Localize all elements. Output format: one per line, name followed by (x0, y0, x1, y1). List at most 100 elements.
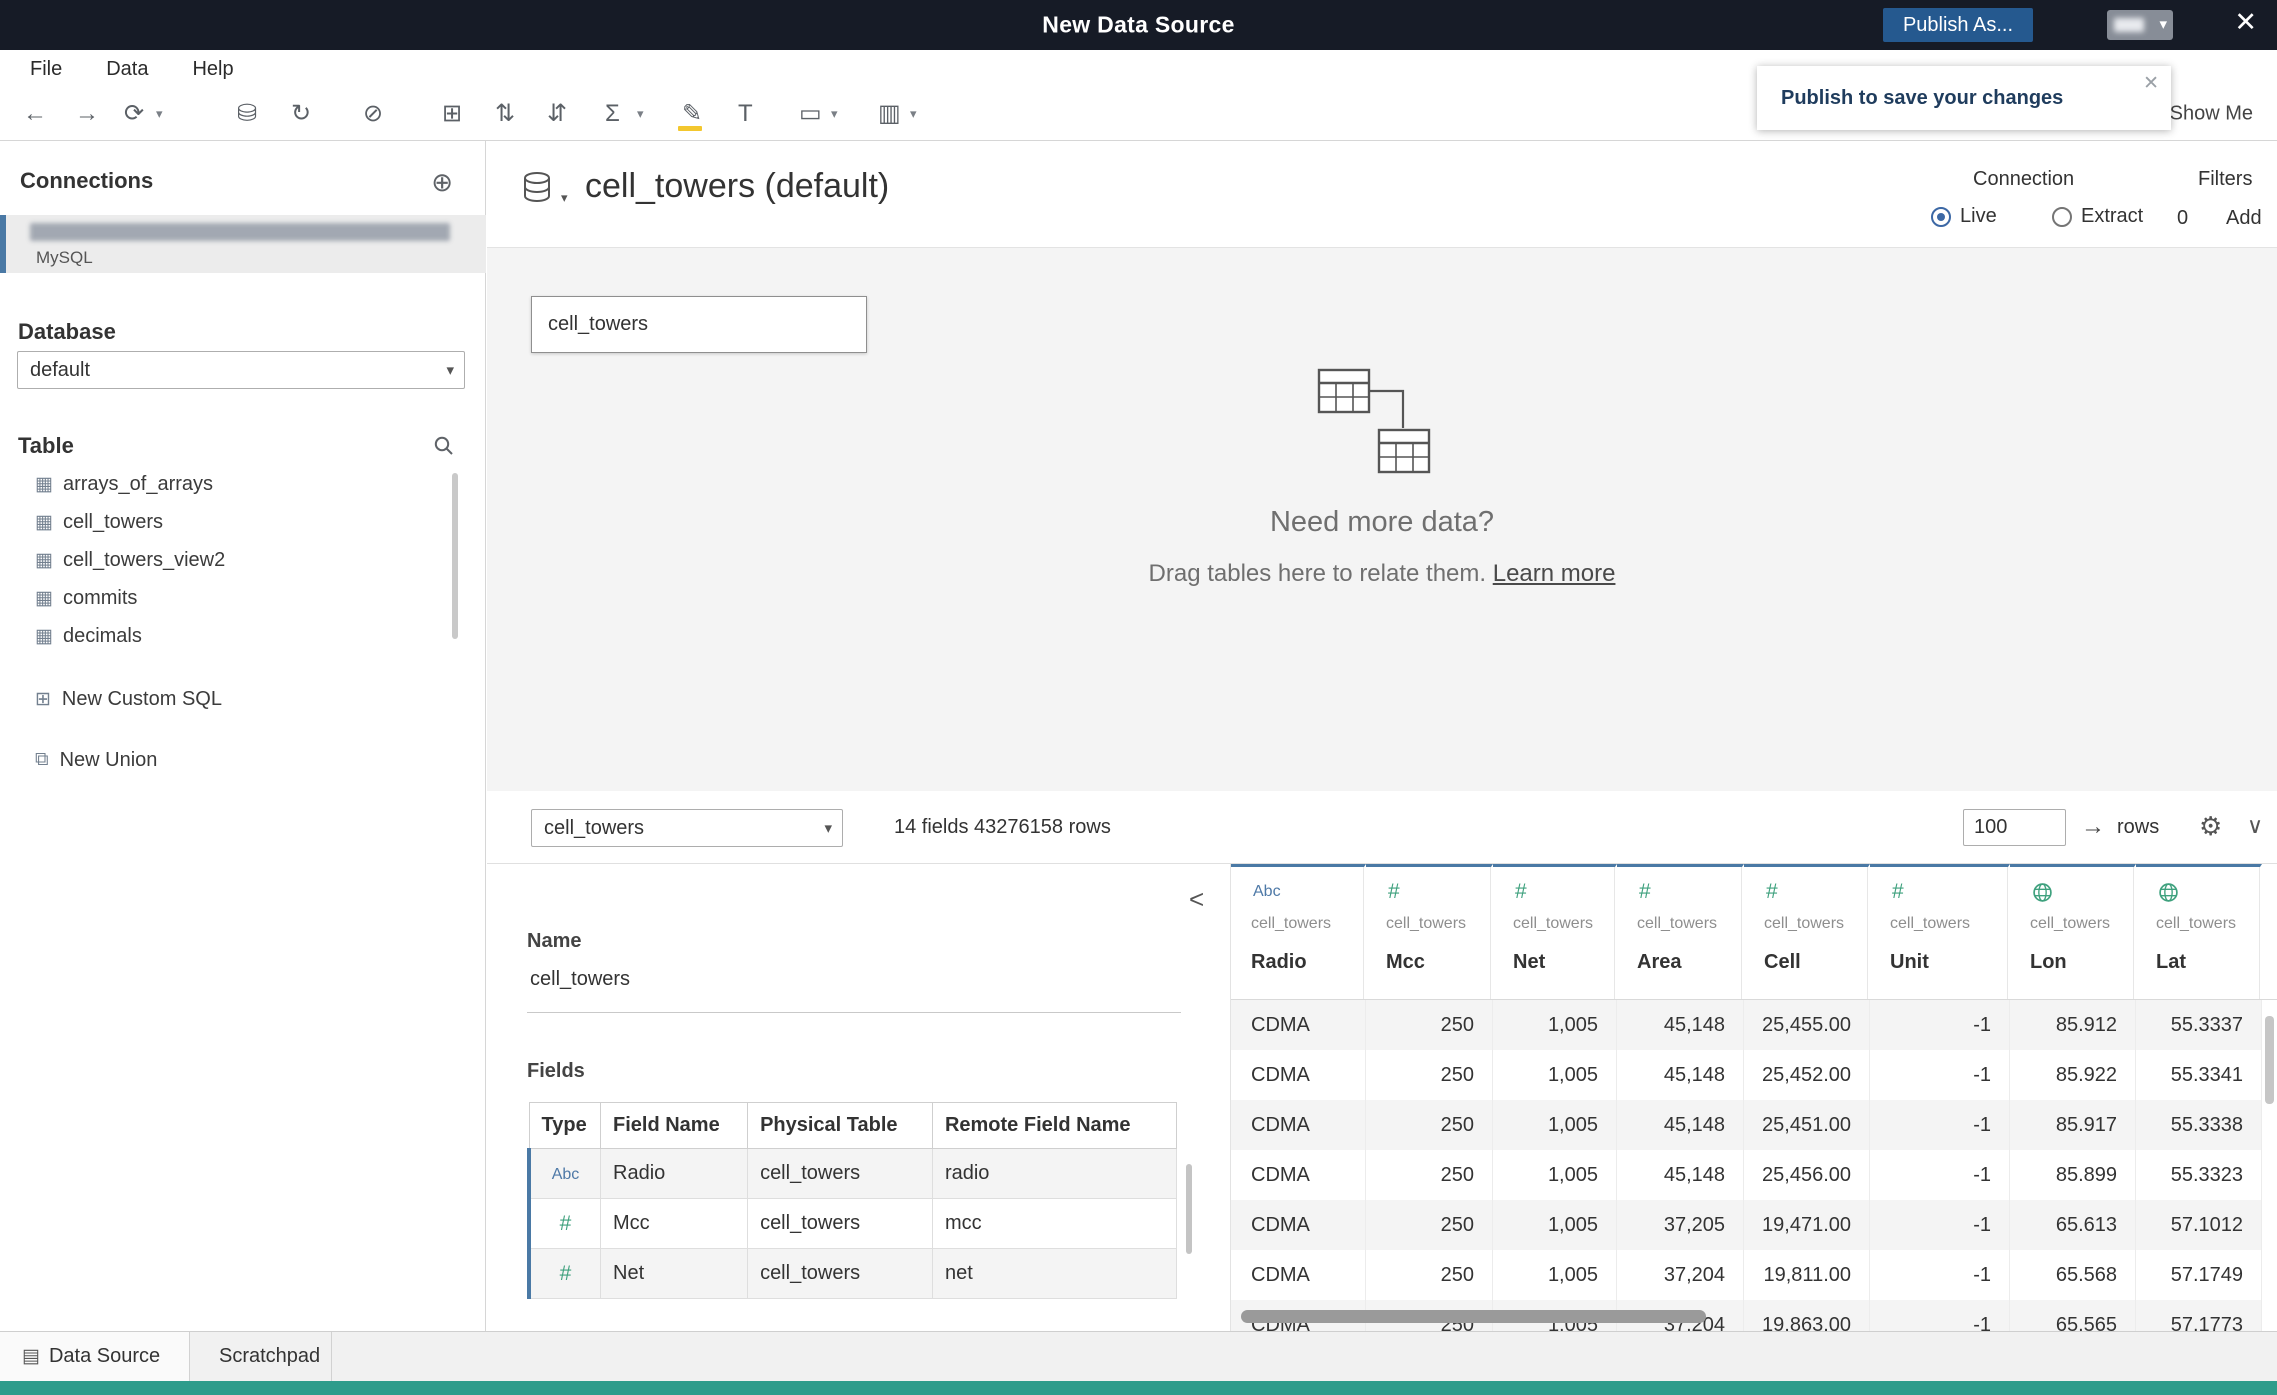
grid-row[interactable]: CDMA 250 1,005 37,204 19,811.00 -1 65.568 57.17… (1231, 1250, 2277, 1300)
pause-updates-icon[interactable]: ⊘ (363, 102, 383, 126)
learn-more-link[interactable]: Learn more (1493, 560, 1616, 587)
grid-cell: 55.3338 (2136, 1100, 2262, 1150)
grid-column-name: Lon (2030, 951, 2067, 973)
physical-table-cell: cell_towers (747, 1248, 933, 1299)
filters-add-button[interactable]: Add (2226, 207, 2262, 230)
table-list-scrollbar[interactable] (452, 473, 458, 639)
grid-column-source: cell_towers (1637, 915, 1718, 932)
refresh-dropdown-icon[interactable]: ⟳ (124, 102, 144, 126)
gear-icon[interactable]: ⚙ (2199, 811, 2222, 842)
table-list-item[interactable]: ▦ arrays_of_arrays (0, 465, 486, 503)
grid-cell: 45,148 (1617, 1000, 1744, 1050)
database-select[interactable]: default ▾ (17, 351, 465, 389)
show-chart-icon[interactable]: ▥ (878, 102, 901, 126)
empty-state-subtitle: Drag tables here to relate them. Learn m… (487, 560, 2277, 588)
collapse-panel-icon[interactable]: < (1189, 884, 1204, 915)
globe-icon (2158, 881, 2179, 903)
chevron-down-icon[interactable]: ▾ (637, 106, 644, 122)
chevron-down-icon: ▾ (561, 190, 568, 205)
search-icon[interactable] (433, 435, 455, 457)
grid-row[interactable]: CDMA 250 1,005 37,205 19,471.00 -1 65.613 57.10… (1231, 1200, 2277, 1250)
table-list-item-label: cell_towers (62, 510, 163, 533)
grid-body: CDMA 250 1,005 45,148 25,455.00 -1 85.912 55.33… (1231, 1000, 2277, 1331)
fields-scrollbar[interactable] (1186, 1164, 1192, 1254)
grid-column-header[interactable]: # cell_towers Area (1617, 864, 1744, 999)
fields-column-header: Field Name (599, 1102, 749, 1149)
grid-row[interactable]: CDMA 250 1,005 45,148 25,455.00 -1 85.912 55.33… (1231, 1000, 2277, 1050)
menu-data[interactable]: Data (106, 58, 148, 81)
text-labels-icon[interactable]: T (738, 102, 753, 126)
add-connection-icon[interactable]: ⊕ (431, 167, 453, 198)
fields-table-row[interactable]: # Net cell_towers net (527, 1248, 1178, 1299)
grid-cell: 55.3337 (2136, 1000, 2262, 1050)
grid-cell: 19,811.00 (1744, 1250, 1870, 1300)
sort-ascending-icon[interactable]: ⇅ (495, 102, 515, 126)
radio-extract[interactable]: Extract (2052, 205, 2143, 228)
redo-icon[interactable]: → (75, 102, 99, 126)
fields-column-header: Physical Table (747, 1102, 933, 1149)
menu-help[interactable]: Help (192, 58, 233, 81)
publish-as-button[interactable]: Publish As... (1882, 8, 2033, 42)
new-custom-sql-label: New Custom SQL (61, 687, 222, 710)
grid-column-header[interactable]: cell_towers Lon (2010, 864, 2136, 999)
connection-item[interactable]: MySQL (0, 215, 486, 273)
tab-data-source[interactable]: ▤ Data Source (0, 1332, 190, 1381)
collapse-grid-icon[interactable]: ∨ (2247, 813, 2263, 839)
grid-column-header[interactable]: # cell_towers Mcc (1366, 864, 1493, 999)
canvas-table-chip[interactable]: cell_towers (531, 296, 867, 353)
user-avatar-menu[interactable]: ▾ (2107, 10, 2173, 40)
physical-table-cell: cell_towers (747, 1198, 933, 1249)
table-list-item[interactable]: ▦ cell_towers_view2 (0, 541, 486, 579)
chevron-down-icon[interactable]: ▾ (156, 106, 163, 122)
new-union-button[interactable]: ⧉ New Union (0, 740, 486, 780)
grid-row[interactable]: CDMA 250 1,005 45,148 25,452.00 -1 85.922 55.33… (1231, 1050, 2277, 1100)
table-list-item[interactable]: ▦ commits (0, 579, 486, 617)
new-data-source-icon[interactable]: ⛁ (237, 102, 257, 126)
name-underline (527, 1012, 1181, 1013)
grid-cell: 37,204 (1617, 1250, 1744, 1300)
sort-descending-icon[interactable]: ⇵ (547, 102, 567, 126)
table-list-item[interactable]: ▦ cell_towers (0, 503, 486, 541)
tab-scratchpad[interactable]: Scratchpad (190, 1332, 332, 1381)
new-custom-sql-button[interactable]: ⊞ New Custom SQL (0, 679, 486, 719)
chevron-down-icon[interactable]: ▾ (910, 106, 917, 122)
show-me-button[interactable]: Show Me (2170, 103, 2253, 126)
refresh-data-source-icon[interactable]: ↻ (291, 102, 311, 126)
view-data-icon[interactable]: ⊞ (442, 102, 462, 126)
empty-state-title: Need more data? (1269, 506, 1495, 538)
title-bar: New Data Source Publish As... ▾ ✕ (0, 0, 2277, 50)
grid-column-name: Area (1637, 951, 1682, 973)
grid-row[interactable]: CDMA 250 1,005 45,148 25,451.00 -1 85.917 55.33… (1231, 1100, 2277, 1150)
grid-column-header[interactable]: # cell_towers Cell (1744, 864, 1870, 999)
highlight-icon[interactable]: ✎ (682, 102, 702, 126)
chevron-down-icon[interactable]: ▾ (831, 106, 838, 122)
grid-row[interactable]: CDMA 250 1,005 45,148 25,456.00 -1 85.899 55.33… (1231, 1150, 2277, 1200)
grid-column-header[interactable]: Abc cell_towers Radio (1231, 864, 1366, 999)
fit-icon[interactable]: ▭ (799, 102, 822, 126)
tooltip-close-icon[interactable]: ✕ (2143, 72, 2159, 95)
grid-column-header[interactable]: cell_towers Lat (2136, 864, 2262, 999)
table-list-item-label: commits (62, 586, 138, 609)
grid-horizontal-scrollbar[interactable] (1241, 1310, 1706, 1323)
grid-column-header[interactable]: # cell_towers Unit (1870, 864, 2010, 999)
close-icon[interactable]: ✕ (2234, 7, 2257, 38)
number-type-icon: # (1515, 880, 1527, 903)
grid-column-source: cell_towers (1764, 915, 1845, 932)
fields-table-row[interactable]: # Mcc cell_towers mcc (527, 1198, 1178, 1249)
grid-column-source: cell_towers (2030, 915, 2111, 932)
apply-rows-icon[interactable]: → (2081, 813, 2105, 841)
name-value[interactable]: cell_towers (530, 968, 630, 991)
union-icon: ⧉ (35, 749, 49, 770)
menu-file[interactable]: File (30, 58, 62, 81)
preview-table-select[interactable]: cell_towers ▾ (531, 809, 843, 847)
fields-table-row[interactable]: Abc Radio cell_towers radio (527, 1148, 1178, 1199)
radio-live[interactable]: Live (1931, 205, 1997, 228)
grid-column-header[interactable]: # cell_towers Net (1493, 864, 1617, 999)
totals-icon[interactable]: Σ (605, 102, 620, 126)
chevron-down-icon: ▾ (2159, 16, 2167, 33)
table-list-item[interactable]: ▦ decimals (0, 617, 486, 655)
grid-vertical-scrollbar[interactable] (2265, 1016, 2274, 1104)
undo-icon[interactable]: ← (23, 102, 47, 126)
row-count-input[interactable] (1963, 809, 2066, 846)
datasource-icon[interactable]: ▾ (521, 170, 568, 215)
